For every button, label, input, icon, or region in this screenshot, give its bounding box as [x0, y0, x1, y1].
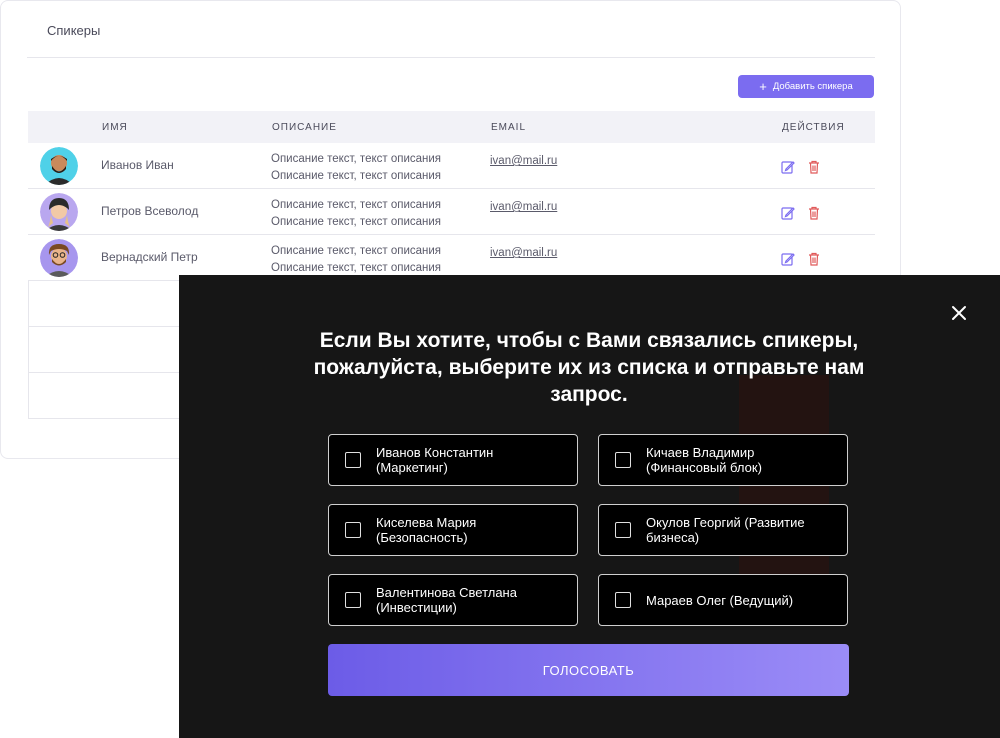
speaker-option[interactable]: Иванов Константин (Маркетинг): [328, 434, 578, 486]
speaker-description: Описание текст, текст описания Описание …: [271, 151, 441, 185]
vote-button[interactable]: ГОЛОСОВАТЬ: [328, 644, 849, 696]
checkbox[interactable]: [615, 452, 631, 468]
description-line: Описание текст, текст описания: [271, 216, 442, 228]
header-name: Имя: [102, 122, 128, 133]
speaker-description: Описание текст, текст описания Описание …: [271, 243, 441, 277]
speaker-name: Иванов Иван: [101, 158, 174, 172]
description-line: Описание текст, текст описания: [271, 170, 442, 182]
plus-icon: +: [759, 79, 767, 94]
checkbox[interactable]: [615, 592, 631, 608]
avatar: [40, 239, 78, 277]
edit-icon[interactable]: [781, 206, 795, 220]
description-line: Описание текст, текст описания: [271, 153, 442, 165]
speaker-option-label: Окулов Георгий (Развитие бизнеса): [646, 515, 805, 545]
add-speaker-button[interactable]: + Добавить спикера: [738, 75, 874, 98]
description-line: Описание текст, текст описания: [271, 245, 442, 257]
panel-title: Спикеры: [47, 23, 101, 38]
header-description: Описание: [272, 122, 337, 133]
checkbox[interactable]: [345, 452, 361, 468]
add-speaker-label: Добавить спикера: [772, 81, 853, 92]
header-actions: Действия: [782, 122, 845, 133]
speaker-option-label: Иванов Константин (Маркетинг): [376, 445, 494, 475]
checkbox[interactable]: [345, 592, 361, 608]
edit-icon[interactable]: [781, 252, 795, 266]
table-row: Петров Всеволод Описание текст, текст оп…: [28, 189, 875, 235]
edit-icon[interactable]: [781, 160, 795, 174]
speaker-request-modal: Если Вы хотите, чтобы с Вами связались с…: [179, 275, 1000, 738]
description-line: Описание текст, текст описания: [271, 199, 442, 211]
speaker-email-link[interactable]: ivan@mail.ru: [490, 247, 557, 259]
table-header: Имя Описание Email Действия: [28, 111, 875, 143]
avatar: [40, 193, 78, 231]
header-email: Email: [491, 122, 527, 133]
speaker-option[interactable]: Кичаев Владимир (Финансовый блок): [598, 434, 848, 486]
speaker-option[interactable]: Киселева Мария (Безопасность): [328, 504, 578, 556]
divider: [27, 57, 875, 58]
delete-icon[interactable]: [807, 160, 821, 174]
speaker-option-label: Мараев Олег (Ведущий): [646, 592, 794, 608]
speaker-email-link[interactable]: ivan@mail.ru: [490, 201, 557, 213]
checkbox[interactable]: [345, 522, 361, 538]
speaker-option[interactable]: Валентинова Светлана (Инвестиции): [328, 574, 578, 626]
speaker-option-label: Киселева Мария (Безопасность): [376, 515, 477, 545]
close-icon[interactable]: [949, 303, 969, 323]
speaker-option[interactable]: Окулов Георгий (Развитие бизнеса): [598, 504, 848, 556]
avatar: [40, 147, 78, 185]
speaker-option-label: Валентинова Светлана (Инвестиции): [376, 585, 517, 615]
speaker-email-link[interactable]: ivan@mail.ru: [490, 155, 557, 167]
speaker-description: Описание текст, текст описания Описание …: [271, 197, 441, 231]
delete-icon[interactable]: [807, 206, 821, 220]
speaker-name: Вернадский Петр: [101, 250, 198, 264]
checkbox[interactable]: [615, 522, 631, 538]
speaker-name: Петров Всеволод: [101, 204, 199, 218]
speaker-option-label: Кичаев Владимир (Финансовый блок): [646, 445, 762, 475]
delete-icon[interactable]: [807, 252, 821, 266]
speaker-option[interactable]: Мараев Олег (Ведущий): [598, 574, 848, 626]
table-row: Иванов Иван Описание текст, текст описан…: [28, 143, 875, 189]
modal-title: Если Вы хотите, чтобы с Вами связались с…: [313, 329, 865, 406]
